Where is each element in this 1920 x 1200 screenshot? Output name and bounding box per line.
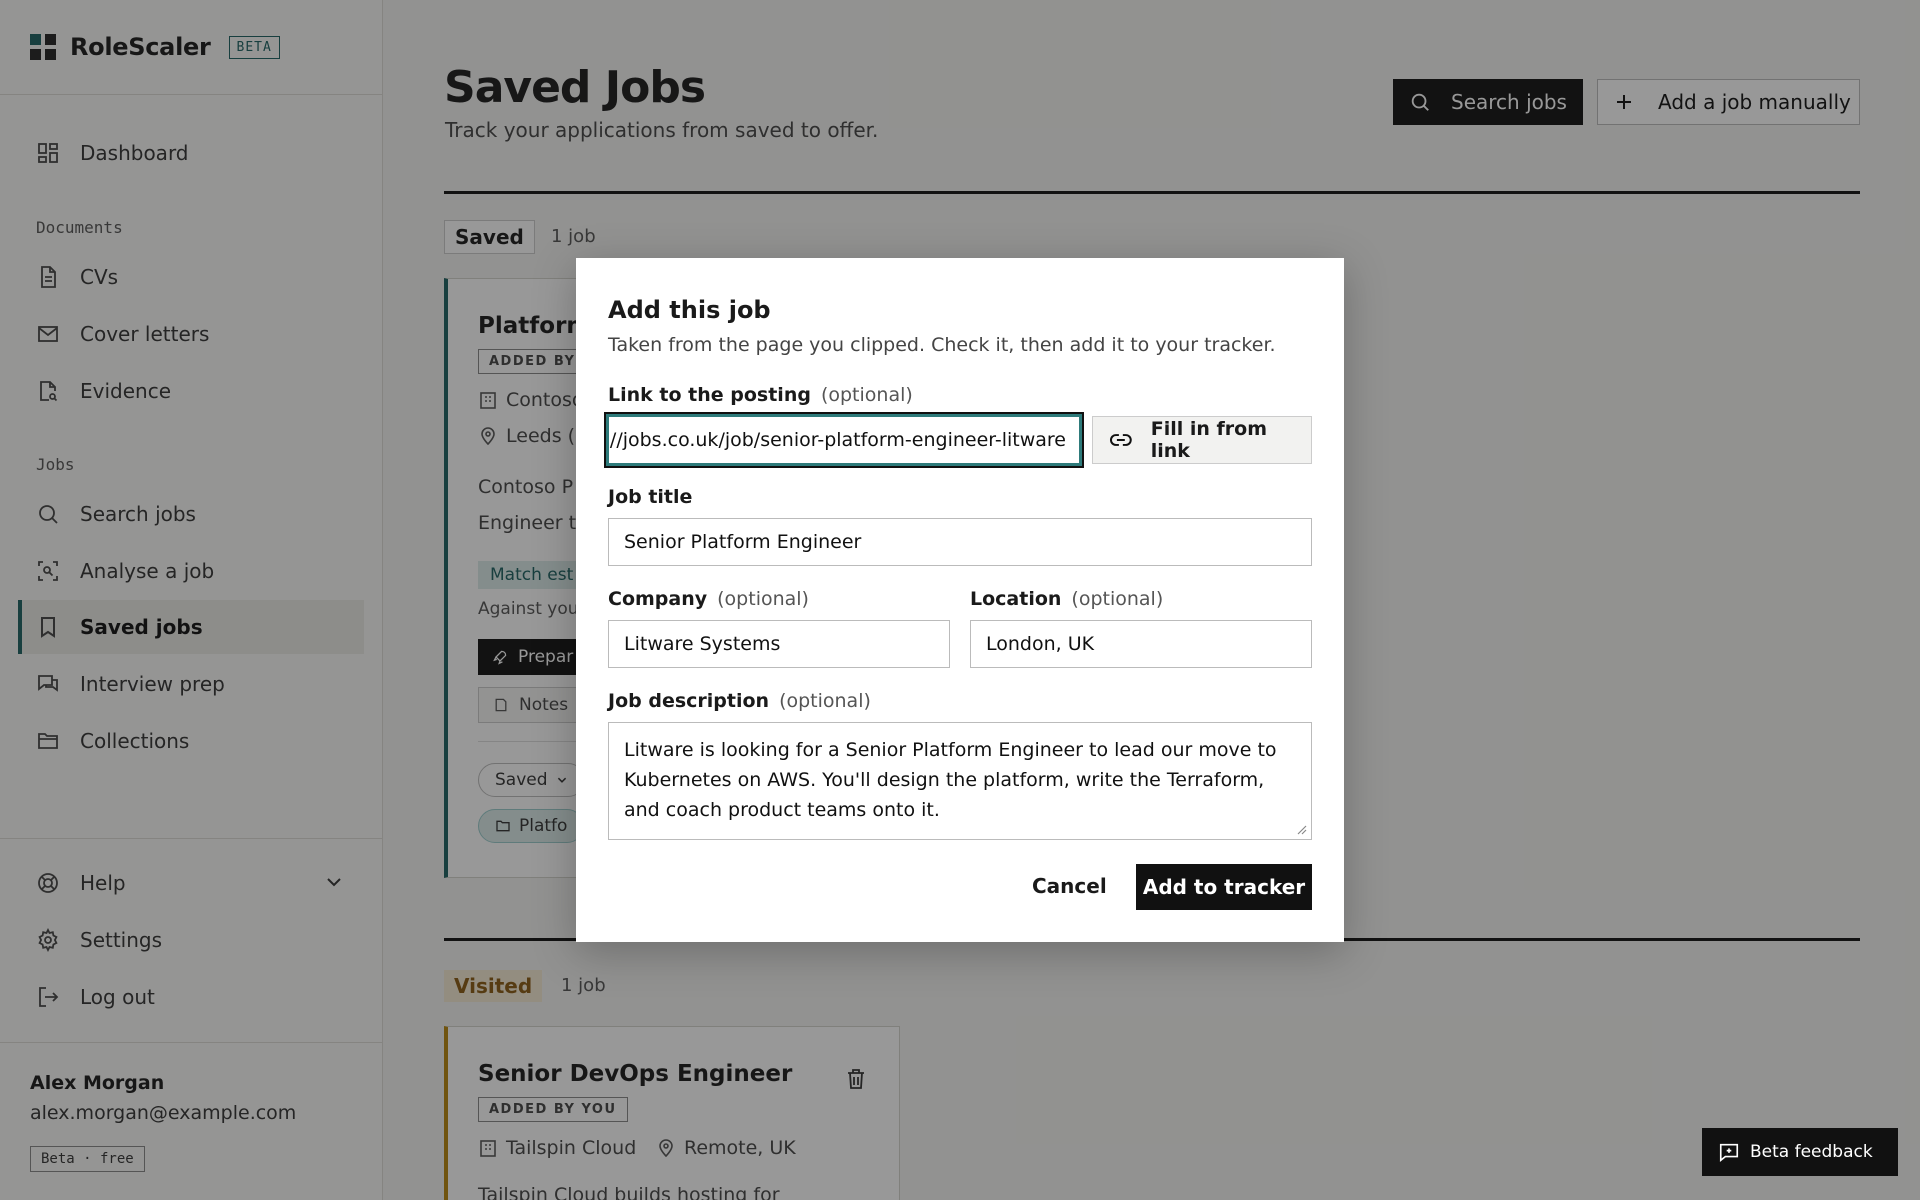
- modal-title: Add this job: [608, 296, 771, 324]
- company-label: Company (optional): [608, 588, 809, 610]
- beta-feedback-button[interactable]: Beta feedback: [1702, 1128, 1898, 1176]
- cancel-button[interactable]: Cancel: [1020, 866, 1119, 906]
- job-description-textarea[interactable]: Litware is looking for a Senior Platform…: [608, 722, 1312, 840]
- link-icon: [1110, 434, 1132, 446]
- location-label: Location (optional): [970, 588, 1164, 610]
- company-input[interactable]: Litware Systems: [608, 620, 950, 668]
- job-title-label: Job title: [608, 486, 693, 508]
- add-job-modal: Add this job Taken from the page you cli…: [576, 258, 1344, 942]
- location-input[interactable]: London, UK: [970, 620, 1312, 668]
- job-title-input[interactable]: Senior Platform Engineer: [608, 518, 1312, 566]
- job-description-label: Job description (optional): [608, 690, 871, 712]
- link-label: Link to the posting (optional): [608, 384, 913, 406]
- link-input[interactable]: https://jobs.co.uk/job/senior-platform-e…: [606, 414, 1082, 466]
- modal-subtitle: Taken from the page you clipped. Check i…: [608, 334, 1276, 356]
- feedback-icon: [1719, 1143, 1739, 1162]
- add-to-tracker-button[interactable]: Add to tracker: [1136, 864, 1312, 910]
- resize-handle-icon[interactable]: [1295, 823, 1307, 835]
- fill-from-link-button[interactable]: Fill in from link: [1092, 416, 1312, 464]
